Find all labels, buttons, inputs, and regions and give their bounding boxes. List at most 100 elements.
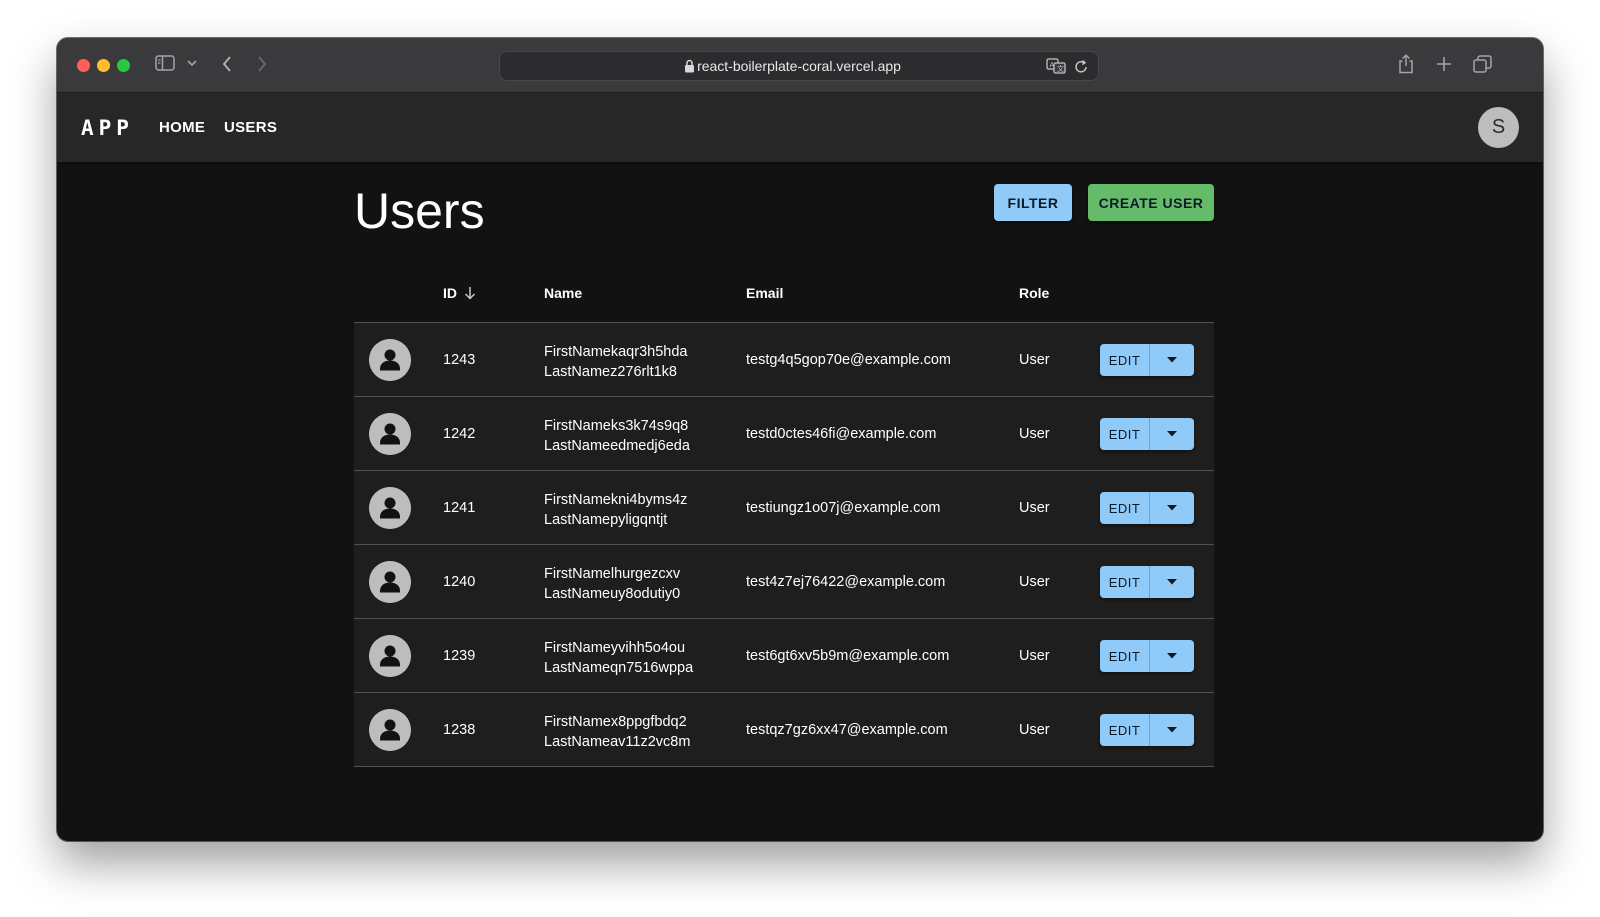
url-text: react-boilerplate-coral.vercel.app (697, 58, 901, 74)
back-icon[interactable] (221, 55, 233, 73)
edit-button[interactable]: EDIT (1100, 640, 1150, 672)
user-avatar-icon (369, 339, 411, 381)
arrow-drop-down-icon (1167, 579, 1177, 585)
cell-id: 1242 (443, 426, 476, 442)
first-name: FirstNamelhurgezcxv (544, 566, 681, 582)
table-row: 1238 FirstNamex8ppgfbdq2 LastNameav11z2v… (354, 693, 1214, 767)
edit-options-button[interactable] (1150, 344, 1194, 376)
cell-role: User (1019, 574, 1050, 590)
app-logo[interactable]: APP (81, 116, 134, 140)
edit-button-group: EDIT (1100, 418, 1194, 450)
cell-email: testg4q5gop70e@example.com (746, 352, 951, 368)
arrow-drop-down-icon (1167, 653, 1177, 659)
table-row: 1240 FirstNamelhurgezcxv LastNameuy8odut… (354, 545, 1214, 619)
edit-options-button[interactable] (1150, 492, 1194, 524)
chevron-down-icon[interactable] (187, 60, 197, 67)
table-row: 1242 FirstNameks3k74s9q8 LastNameedmedj6… (354, 397, 1214, 471)
new-tab-icon[interactable] (1436, 56, 1452, 72)
edit-options-button[interactable] (1150, 640, 1194, 672)
sort-descending-icon (464, 287, 476, 300)
first-name: FirstNamekaqr3h5hda (544, 344, 688, 360)
zoom-window-button[interactable] (117, 59, 130, 72)
edit-button-group: EDIT (1100, 344, 1194, 376)
last-name: LastNamepyligqntjt (544, 512, 668, 528)
table-header: ID Name Email Role (354, 254, 1214, 323)
close-window-button[interactable] (77, 59, 90, 72)
cell-role: User (1019, 352, 1050, 368)
cell-name: FirstNamekaqr3h5hda LastNamez276rlt1k8 (544, 342, 687, 382)
svg-text:文: 文 (1057, 64, 1064, 73)
first-name: FirstNamekni4byms4z (544, 492, 688, 508)
cell-name: FirstNamex8ppgfbdq2 LastNameav11z2vc8m (544, 712, 690, 752)
column-header-role[interactable]: Role (1019, 285, 1049, 301)
first-name: FirstNameyvihh5o4ou (544, 640, 686, 656)
last-name: LastNameqn7516wppa (544, 660, 694, 676)
cell-email: test6gt6xv5b9m@example.com (746, 648, 950, 664)
edit-button-group: EDIT (1100, 492, 1194, 524)
tab-overview-icon[interactable] (1473, 55, 1492, 73)
last-name: LastNameedmedj6eda (544, 438, 690, 454)
column-header-email[interactable]: Email (746, 285, 783, 301)
table-row: 1241 FirstNamekni4byms4z LastNamepyligqn… (354, 471, 1214, 545)
edit-button-group: EDIT (1100, 640, 1194, 672)
arrow-drop-down-icon (1167, 727, 1177, 733)
column-header-id-label: ID (443, 285, 457, 301)
reload-icon[interactable] (1074, 59, 1088, 79)
edit-button[interactable]: EDIT (1100, 418, 1150, 450)
page-title: Users (354, 183, 485, 239)
cell-id: 1243 (443, 352, 476, 368)
browser-window: react-boilerplate-coral.vercel.app A文 AP… (57, 38, 1543, 841)
cell-id: 1241 (443, 500, 476, 516)
user-avatar-icon (369, 487, 411, 529)
translate-icon[interactable]: A文 (1046, 58, 1066, 79)
cell-email: testqz7gz6xx47@example.com (746, 722, 948, 738)
user-avatar-icon (369, 413, 411, 455)
edit-button-group: EDIT (1100, 714, 1194, 746)
cell-email: test4z7ej76422@example.com (746, 574, 946, 590)
share-icon[interactable] (1398, 54, 1414, 74)
arrow-drop-down-icon (1167, 431, 1177, 437)
user-avatar-icon (369, 709, 411, 751)
first-name: FirstNamex8ppgfbdq2 (544, 714, 687, 730)
minimize-window-button[interactable] (97, 59, 110, 72)
last-name: LastNameuy8odutiy0 (544, 586, 681, 602)
cell-id: 1238 (443, 722, 476, 738)
edit-options-button[interactable] (1150, 566, 1194, 598)
users-table: ID Name Email Role 1243 FirstNamekaqr3h5… (354, 254, 1214, 767)
sidebar-toggle-icon[interactable] (155, 55, 175, 71)
edit-button-group: EDIT (1100, 566, 1194, 598)
column-header-name[interactable]: Name (544, 285, 582, 301)
svg-text:A: A (1050, 61, 1055, 69)
cell-name: FirstNameks3k74s9q8 LastNameedmedj6eda (544, 416, 690, 456)
arrow-drop-down-icon (1167, 505, 1177, 511)
forward-icon[interactable] (256, 55, 268, 73)
edit-options-button[interactable] (1150, 418, 1194, 450)
edit-options-button[interactable] (1150, 714, 1194, 746)
edit-button[interactable]: EDIT (1100, 344, 1150, 376)
table-row: 1239 FirstNameyvihh5o4ou LastNameqn7516w… (354, 619, 1214, 693)
cell-name: FirstNameyvihh5o4ou LastNameqn7516wppa (544, 638, 693, 678)
app-bar: APP HOME USERS S (57, 93, 1543, 162)
address-bar[interactable]: react-boilerplate-coral.vercel.app A文 (499, 51, 1099, 81)
nav-home[interactable]: HOME (159, 119, 205, 136)
edit-button[interactable]: EDIT (1100, 714, 1150, 746)
cell-id: 1240 (443, 574, 476, 590)
column-header-id[interactable]: ID (443, 285, 477, 301)
cell-role: User (1019, 500, 1050, 516)
user-avatar-icon (369, 561, 411, 603)
last-name: LastNameav11z2vc8m (544, 734, 691, 750)
cell-role: User (1019, 426, 1050, 442)
profile-avatar[interactable]: S (1478, 107, 1519, 148)
cell-role: User (1019, 722, 1050, 738)
edit-button[interactable]: EDIT (1100, 492, 1150, 524)
cell-role: User (1019, 648, 1050, 664)
cell-email: testd0ctes46fi@example.com (746, 426, 937, 442)
cell-name: FirstNamekni4byms4z LastNamepyligqntjt (544, 490, 687, 530)
table-body: 1243 FirstNamekaqr3h5hda LastNamez276rlt… (354, 323, 1214, 767)
first-name: FirstNameks3k74s9q8 (544, 418, 689, 434)
filter-button[interactable]: FILTER (994, 184, 1072, 221)
browser-toolbar: react-boilerplate-coral.vercel.app A文 (57, 38, 1543, 93)
create-user-button[interactable]: CREATE USER (1088, 184, 1214, 221)
nav-users[interactable]: USERS (224, 119, 277, 136)
edit-button[interactable]: EDIT (1100, 566, 1150, 598)
